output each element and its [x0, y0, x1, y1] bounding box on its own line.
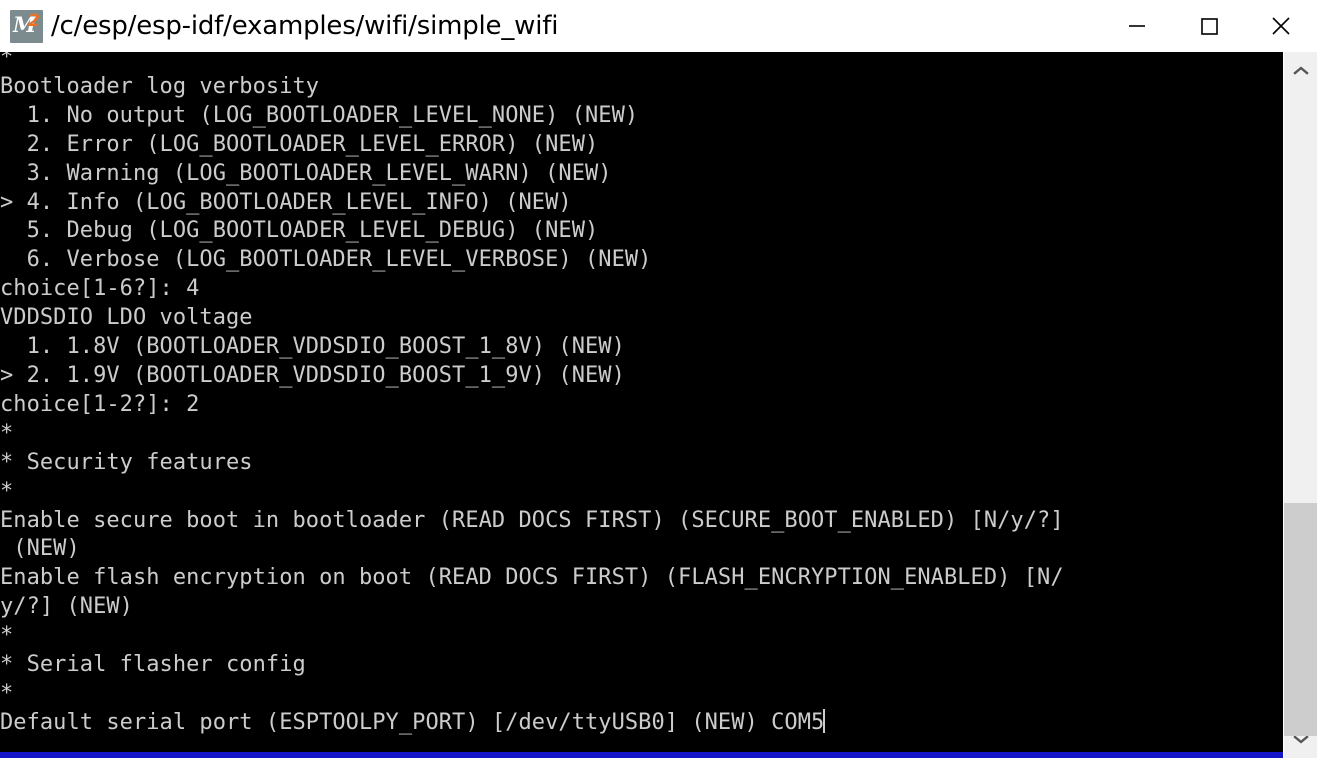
terminal-text: * Bootloader log verbosity 1. No output …	[0, 52, 1064, 735]
chevron-up-icon	[1292, 66, 1309, 75]
scrollbar-track[interactable]	[1284, 90, 1317, 736]
terminal-window: M 2 /c/esp/esp-idf/examples/wifi/simple_…	[0, 0, 1317, 758]
window-controls	[1101, 0, 1317, 52]
scroll-up-button[interactable]	[1284, 52, 1317, 90]
text-cursor	[823, 708, 826, 733]
maximize-icon	[1201, 18, 1218, 35]
window-content: * Bootloader log verbosity 1. No output …	[0, 52, 1317, 758]
close-icon	[1272, 17, 1290, 35]
minimize-button[interactable]	[1101, 0, 1173, 52]
title-bar[interactable]: M 2 /c/esp/esp-idf/examples/wifi/simple_…	[0, 0, 1317, 52]
scrollbar-thumb[interactable]	[1284, 502, 1317, 736]
window-title: /c/esp/esp-idf/examples/wifi/simple_wifi	[51, 11, 559, 41]
minimize-icon	[1129, 25, 1145, 27]
close-button[interactable]	[1245, 0, 1317, 52]
app-icon-digit: 2	[28, 10, 40, 31]
vertical-scrollbar[interactable]	[1283, 52, 1317, 758]
terminal-output-area[interactable]: * Bootloader log verbosity 1. No output …	[0, 52, 1283, 758]
terminal-bottom-accent	[0, 752, 1283, 758]
maximize-button[interactable]	[1173, 0, 1245, 52]
msys2-icon: M 2	[10, 9, 43, 43]
